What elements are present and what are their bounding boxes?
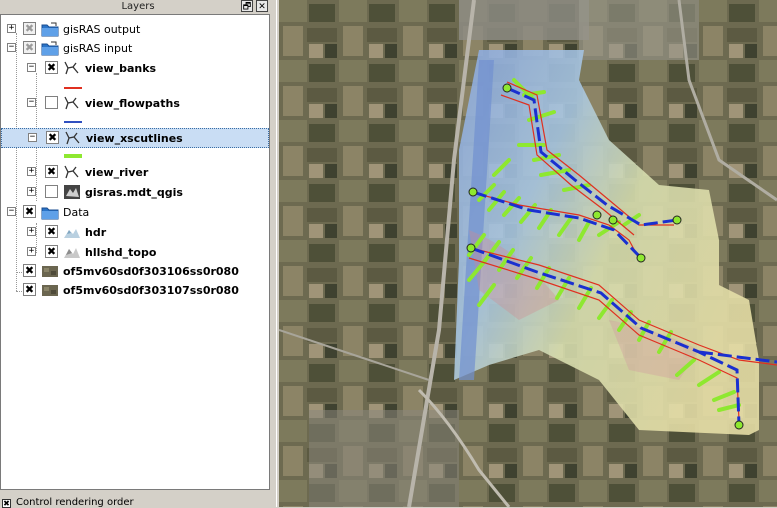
- flowpaths-symbol-icon: [64, 121, 82, 123]
- layer-checkbox[interactable]: ✖: [45, 225, 58, 238]
- panel-title: Layers: [121, 1, 155, 12]
- layer-checkbox[interactable]: [45, 96, 58, 109]
- layer-label: gisRAS input: [63, 42, 133, 55]
- map-canvas[interactable]: [279, 0, 777, 507]
- layer-tree: + ✖ gisRAS output − ✖ gisRAS input − ✖ v…: [0, 14, 270, 490]
- vector-layer-icon: [64, 165, 79, 179]
- layer-checkbox[interactable]: ✖: [23, 41, 36, 54]
- collapse-icon[interactable]: −: [7, 207, 16, 216]
- layer-checkbox[interactable]: ✖: [45, 61, 58, 74]
- layer-checkbox[interactable]: ✖: [45, 165, 58, 178]
- layer-row-view-flowpaths[interactable]: − view_flowpaths: [1, 94, 269, 114]
- layer-checkbox[interactable]: ✖: [23, 264, 36, 277]
- layers-titlebar: Layers 🗗 ✕: [0, 0, 276, 14]
- vector-layer-icon: [64, 96, 79, 110]
- expand-icon[interactable]: +: [27, 167, 36, 176]
- raster-layer-icon: [64, 185, 80, 199]
- layers-panel: Layers 🗗 ✕ + ✖ gisRAS output − ✖ gisRAS …: [0, 0, 276, 508]
- collapse-icon[interactable]: −: [28, 133, 37, 142]
- layer-checkbox[interactable]: ✖: [23, 205, 36, 218]
- vector-layer-icon: [64, 61, 79, 75]
- raster-layer-icon: [64, 248, 80, 258]
- layer-label: view_xscutlines: [86, 132, 183, 145]
- layer-row-ortho-106[interactable]: ✖ of5mv60sd0f303106ss0r080: [1, 262, 269, 282]
- raster-layer-icon: [64, 229, 80, 238]
- layer-label: hllshd_topo: [85, 246, 157, 259]
- layer-checkbox[interactable]: ✖: [46, 131, 59, 144]
- layer-row-view-xscutlines[interactable]: − ✖ view_xscutlines: [1, 128, 269, 148]
- expand-icon[interactable]: +: [27, 247, 36, 256]
- collapse-icon[interactable]: −: [27, 98, 36, 107]
- layer-label: gisras.mdt_qgis: [85, 186, 183, 199]
- layer-row-data[interactable]: − ✖ Data: [1, 203, 269, 223]
- folder-icon: [41, 22, 59, 37]
- layer-row-gisras-input[interactable]: − ✖ gisRAS input: [1, 39, 269, 59]
- layer-label: hdr: [85, 226, 107, 239]
- close-panel-button[interactable]: ✕: [256, 0, 268, 12]
- layer-row-view-river[interactable]: + ✖ view_river: [1, 163, 269, 183]
- vector-layer-icon: [65, 131, 80, 145]
- raster-layer-icon: [42, 266, 58, 277]
- layer-label: of5mv60sd0f303107ss0r080: [63, 284, 239, 297]
- layer-label: of5mv60sd0f303106ss0r080: [63, 265, 239, 278]
- layer-row-gisras-mdt-qgis[interactable]: + gisras.mdt_qgis: [1, 183, 269, 203]
- raster-layer-icon: [42, 285, 58, 296]
- expand-icon[interactable]: +: [27, 187, 36, 196]
- layer-label: view_banks: [85, 62, 157, 75]
- layer-row-hllshd-topo[interactable]: + ✖ hllshd_topo: [1, 243, 269, 263]
- folder-icon: [41, 207, 59, 220]
- banks-symbol-icon: [64, 87, 82, 89]
- layer-row-hdr[interactable]: + ✖ hdr: [1, 223, 269, 243]
- control-rendering-order[interactable]: ✖ Control rendering order: [0, 496, 276, 508]
- control-rendering-label: Control rendering order: [16, 497, 134, 508]
- layer-checkbox[interactable]: ✖: [45, 245, 58, 258]
- expand-icon[interactable]: +: [27, 227, 36, 236]
- layer-label: view_river: [85, 166, 149, 179]
- layer-row-view-banks[interactable]: − ✖ view_banks: [1, 59, 269, 79]
- layer-checkbox[interactable]: [45, 185, 58, 198]
- expand-icon[interactable]: +: [7, 24, 16, 33]
- collapse-icon[interactable]: −: [27, 63, 36, 72]
- layer-checkbox[interactable]: ✖: [23, 22, 36, 35]
- collapse-icon[interactable]: −: [7, 43, 16, 52]
- map-render[interactable]: [279, 0, 777, 507]
- float-panel-button[interactable]: 🗗: [241, 0, 253, 12]
- layer-label: gisRAS output: [63, 23, 141, 36]
- layer-checkbox[interactable]: ✖: [23, 283, 36, 296]
- layer-label: Data: [63, 206, 90, 219]
- folder-icon: [41, 41, 59, 56]
- xscutlines-symbol-icon: [64, 154, 82, 158]
- layer-row-ortho-107[interactable]: ✖ of5mv60sd0f303107ss0r080: [1, 281, 269, 301]
- layer-label: view_flowpaths: [85, 97, 180, 110]
- layer-row-gisras-output[interactable]: + ✖ gisRAS output: [1, 20, 269, 40]
